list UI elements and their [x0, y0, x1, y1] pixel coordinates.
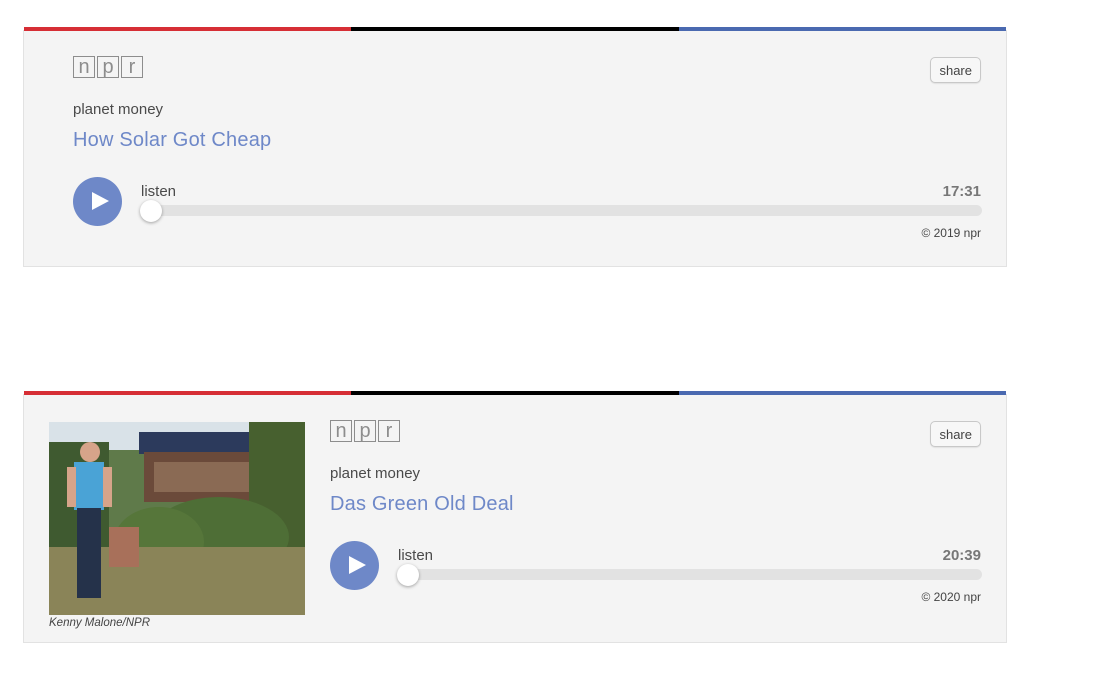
episode-title[interactable]: Das Green Old Deal — [330, 493, 514, 516]
program-name[interactable]: planet money — [330, 465, 420, 482]
episode-photo-image — [49, 422, 305, 615]
listen-label: listen — [398, 547, 434, 564]
npr-color-stripe — [24, 391, 1006, 395]
stripe-blue — [678, 27, 1006, 31]
play-button[interactable] — [73, 177, 122, 226]
play-icon — [349, 556, 366, 574]
play-icon — [92, 192, 109, 210]
npr-logo-letter-p: p — [97, 56, 119, 78]
npr-logo-letter-n: n — [330, 420, 352, 442]
share-button[interactable]: share — [930, 57, 981, 83]
progress-track[interactable] — [397, 564, 982, 586]
episode-photo — [49, 422, 305, 615]
npr-logo-letter-r: r — [121, 56, 143, 78]
episode-title[interactable]: How Solar Got Cheap — [73, 129, 271, 152]
program-name[interactable]: planet money — [73, 101, 163, 118]
play-button[interactable] — [330, 541, 379, 590]
audio-player-1: n p r share planet money How Solar Got C… — [23, 27, 1007, 267]
progress-track[interactable] — [140, 200, 982, 222]
npr-logo[interactable]: n p r — [73, 56, 143, 78]
npr-logo[interactable]: n p r — [330, 420, 400, 442]
stripe-black — [351, 27, 679, 31]
stripe-blue — [678, 391, 1006, 395]
npr-color-stripe — [24, 27, 1006, 31]
stripe-black — [351, 391, 679, 395]
copyright-text: © 2020 npr — [921, 590, 981, 604]
npr-logo-letter-p: p — [354, 420, 376, 442]
npr-logo-letter-n: n — [73, 56, 95, 78]
copyright-text: © 2019 npr — [921, 226, 981, 240]
progress-thumb[interactable] — [397, 564, 419, 586]
episode-duration: 20:39 — [942, 547, 981, 564]
audio-player-2: Kenny Malone/NPR n p r share planet mone… — [23, 391, 1007, 643]
episode-duration: 17:31 — [942, 183, 981, 200]
listen-label: listen — [141, 183, 177, 200]
photo-credit: Kenny Malone/NPR — [49, 617, 150, 629]
stripe-red — [24, 27, 352, 31]
share-button[interactable]: share — [930, 421, 981, 447]
npr-logo-letter-r: r — [378, 420, 400, 442]
stripe-red — [24, 391, 352, 395]
progress-thumb[interactable] — [140, 200, 162, 222]
